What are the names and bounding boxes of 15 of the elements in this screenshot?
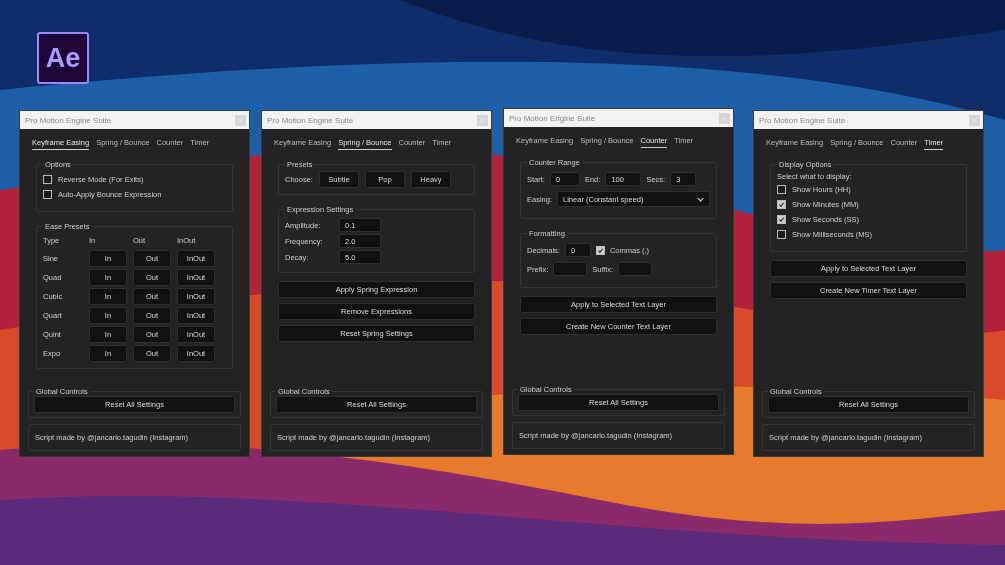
checkbox[interactable] (43, 175, 52, 184)
window-title: Pro Motion Engine Suite (759, 115, 846, 125)
input-field[interactable] (553, 262, 588, 276)
checkbox[interactable] (777, 200, 786, 209)
checkbox[interactable] (43, 190, 52, 199)
checkbox[interactable] (777, 230, 786, 239)
checkbox[interactable] (777, 185, 786, 194)
chevron-icon (697, 196, 704, 202)
window-title: Pro Motion Engine Suite (509, 113, 596, 123)
window-title: Pro Motion Engine Suite (25, 115, 112, 125)
input-field[interactable] (618, 262, 652, 276)
checkbox[interactable] (595, 245, 605, 255)
app-logo: Ae (37, 32, 89, 84)
window-title: Pro Motion Engine Suite (267, 115, 354, 125)
checkbox[interactable] (777, 215, 786, 224)
